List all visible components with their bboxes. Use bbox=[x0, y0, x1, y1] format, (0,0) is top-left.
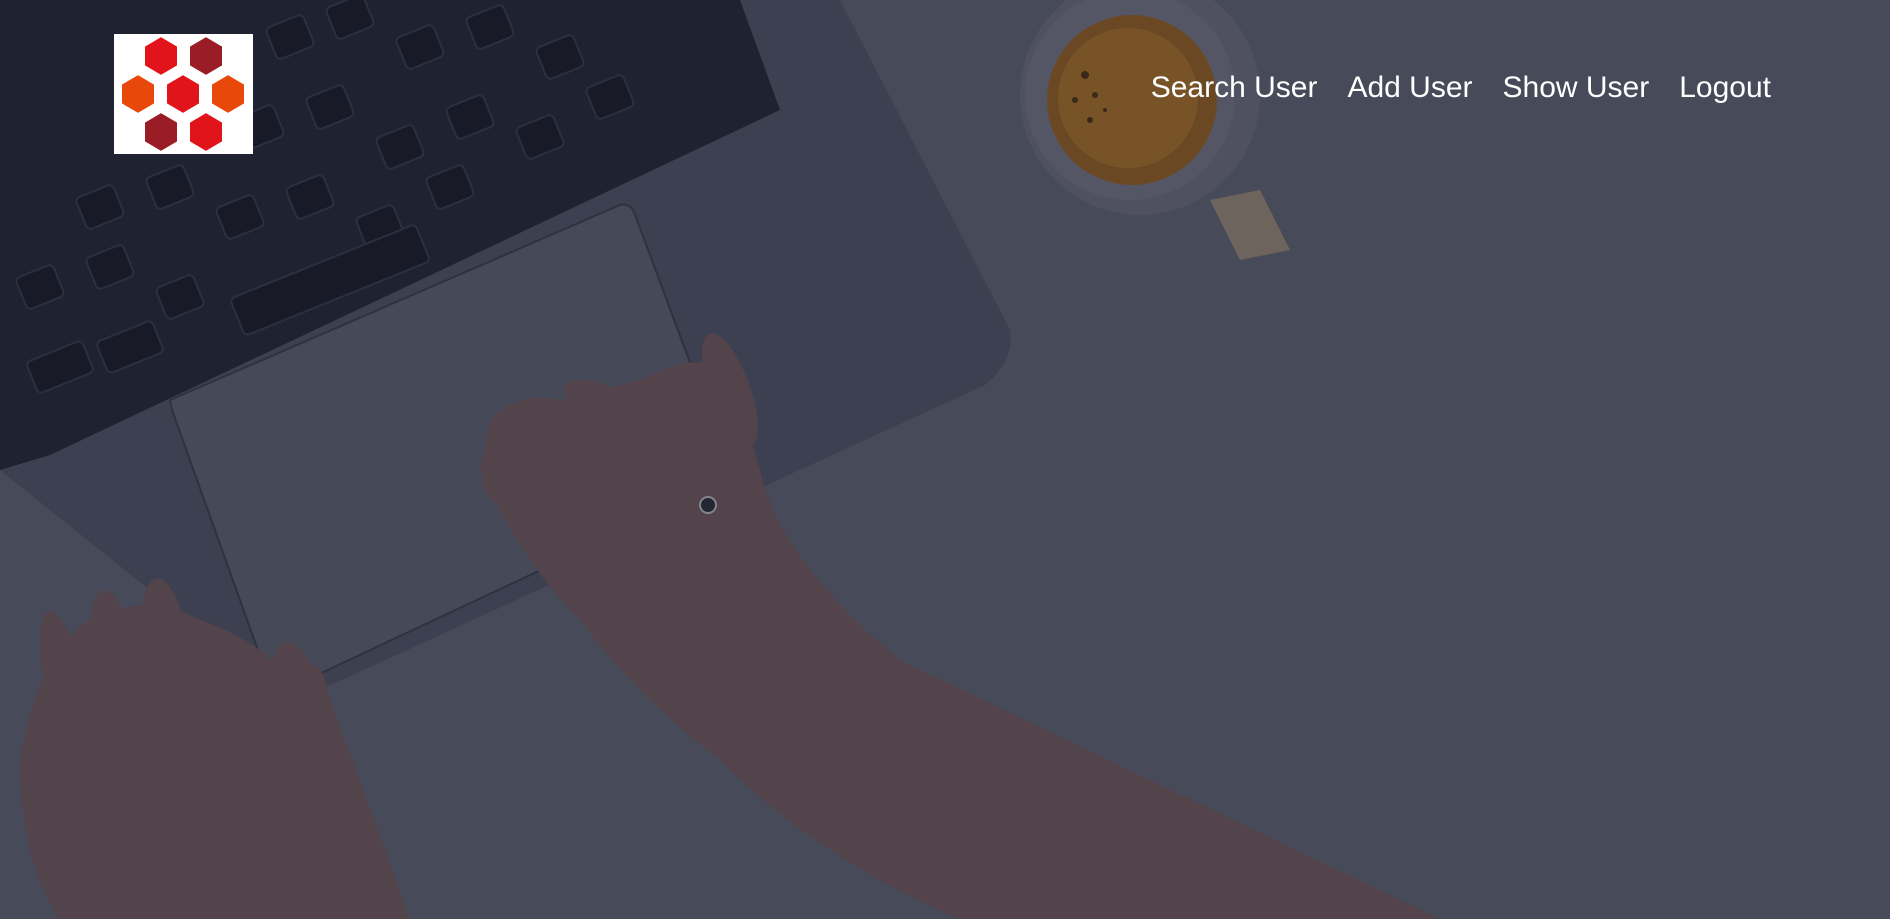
page: Search User Add User Show User Logout bbox=[0, 0, 1890, 919]
nav-show-user[interactable]: Show User bbox=[1503, 70, 1650, 106]
hexagon-logo-icon bbox=[120, 34, 246, 154]
hexagon-logo[interactable] bbox=[114, 34, 253, 154]
nav-search-user[interactable]: Search User bbox=[1151, 70, 1318, 106]
main-nav: Search User Add User Show User Logout bbox=[1151, 70, 1771, 106]
background-photo bbox=[0, 0, 1890, 919]
nav-logout[interactable]: Logout bbox=[1679, 70, 1771, 106]
nav-add-user[interactable]: Add User bbox=[1347, 70, 1472, 106]
